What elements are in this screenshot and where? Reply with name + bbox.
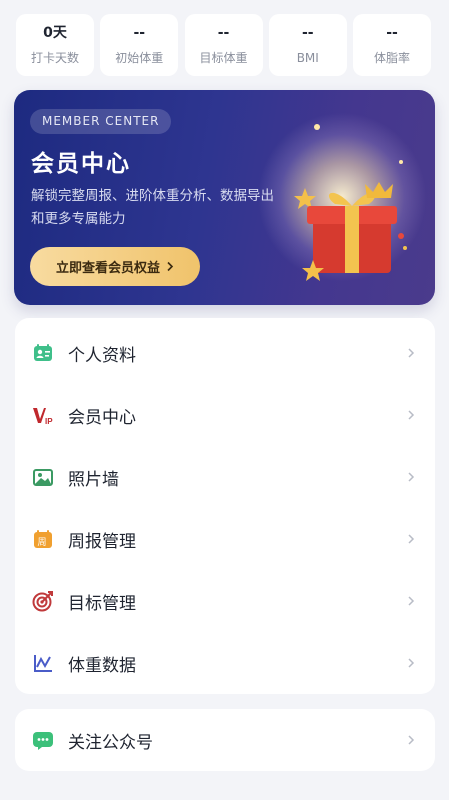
menu-item-photo-wall[interactable]: 照片墙 [15, 446, 435, 508]
menu-item-goal-management[interactable]: 目标管理 [15, 570, 435, 632]
chevron-right-icon [408, 596, 415, 606]
stat-target-weight: -- 目标体重 [184, 14, 263, 76]
button-label: 立即查看会员权益 [55, 261, 160, 276]
svg-text:周: 周 [38, 537, 47, 548]
stats-row: 0天 打卡天数 -- 初始体重 -- 目标体重 -- BMI -- 体脂率 [16, 14, 431, 76]
menu-item-label: 会员中心 [68, 407, 136, 428]
view-member-benefits-button[interactable]: 立即查看会员权益 [30, 247, 200, 286]
stat-checkin-days: 0天 打卡天数 [16, 14, 94, 76]
stat-label: BMI [296, 51, 319, 65]
stat-value: -- [386, 25, 398, 41]
banner-tag: MEMBER CENTER [30, 109, 172, 134]
chevron-right-icon [408, 410, 415, 420]
vip-icon: IP [33, 408, 53, 426]
photo-icon [33, 469, 53, 486]
stat-label: 目标体重 [199, 51, 248, 65]
chevron-right-icon [167, 261, 174, 272]
stat-body-fat: -- 体脂率 [353, 14, 431, 76]
chevron-right-icon [408, 735, 415, 745]
settings-menu: 个人资料 IP 会员中心 照片墙 周 周报管理 目标管理 体重数据 [15, 318, 435, 694]
menu-item-label: 关注公众号 [68, 732, 153, 753]
wechat-icon [33, 732, 53, 750]
menu-item-label: 照片墙 [68, 469, 119, 490]
stat-label: 体脂率 [373, 51, 410, 65]
banner-title: 会员中心 [31, 151, 131, 177]
menu-item-label: 周报管理 [68, 531, 136, 552]
stat-value: 0天 [43, 25, 67, 41]
menu-item-weight-data[interactable]: 体重数据 [15, 632, 435, 694]
stat-initial-weight: -- 初始体重 [100, 14, 179, 76]
member-banner[interactable]: MEMBER CENTER 会员中心 解锁完整周报、进阶体重分析、数据导出和更多… [14, 90, 435, 305]
chevron-right-icon [408, 658, 415, 668]
profile-card-icon [34, 344, 52, 361]
menu-item-weekly-report[interactable]: 周 周报管理 [15, 508, 435, 570]
menu-item-label: 体重数据 [68, 655, 136, 676]
gift-box-icon [294, 182, 407, 281]
sparkle-icon [314, 124, 320, 130]
menu-item-follow-official-account[interactable]: 关注公众号 [15, 709, 435, 771]
stat-label: 打卡天数 [30, 51, 79, 65]
chevron-right-icon [408, 472, 415, 482]
banner-description: 解锁完整周报、进阶体重分析、数据导出和更多专属能力 [31, 188, 274, 227]
menu-item-label: 目标管理 [68, 593, 136, 614]
chevron-right-icon [408, 534, 415, 544]
stat-value: -- [133, 25, 146, 41]
menu-item-label: 个人资料 [68, 345, 136, 366]
stat-bmi: -- BMI [268, 14, 347, 76]
stat-label: 初始体重 [115, 51, 164, 65]
chart-icon [34, 655, 52, 672]
sparkle-icon [399, 160, 403, 164]
menu-item-profile[interactable]: 个人资料 [15, 322, 435, 384]
svg-text:IP: IP [45, 417, 53, 426]
stat-value: -- [217, 25, 230, 41]
calendar-week-icon: 周 [34, 530, 52, 548]
menu-item-member-center[interactable]: IP 会员中心 [15, 384, 435, 446]
chevron-right-icon [408, 348, 415, 358]
stat-value: -- [301, 25, 314, 41]
target-icon [32, 591, 53, 612]
secondary-menu: 关注公众号 [15, 709, 435, 771]
